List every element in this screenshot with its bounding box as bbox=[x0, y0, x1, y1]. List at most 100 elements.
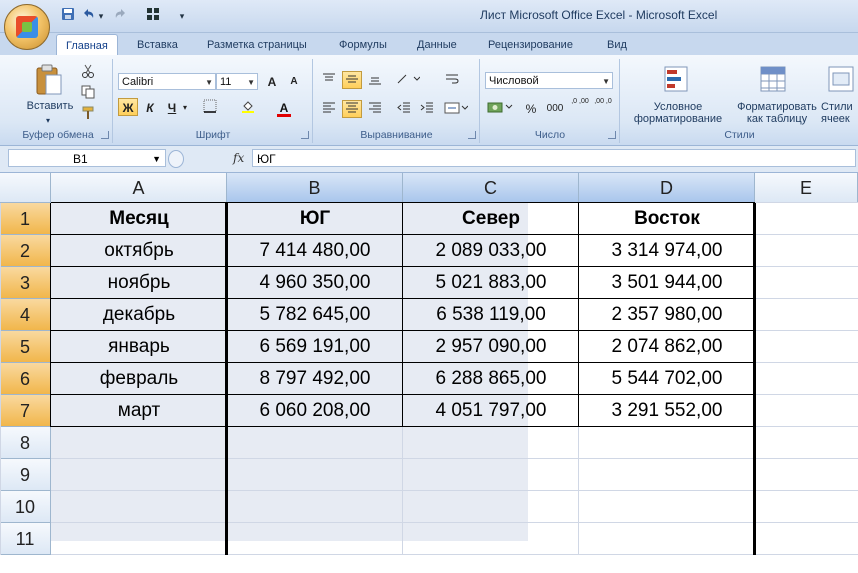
wrap-text-icon[interactable] bbox=[442, 71, 462, 89]
table-header-cell[interactable]: ЮГ bbox=[227, 203, 403, 235]
align-center-icon[interactable] bbox=[342, 100, 362, 118]
font-size-combo[interactable]: 11 ▼ bbox=[216, 73, 258, 90]
table-month-cell[interactable]: март bbox=[51, 395, 227, 427]
align-right-icon[interactable] bbox=[365, 100, 385, 118]
format-as-table-icon[interactable] bbox=[759, 65, 789, 95]
table-value-cell[interactable]: 7 414 480,00 bbox=[227, 235, 403, 267]
cell-styles-icon[interactable] bbox=[827, 65, 857, 95]
tab-view[interactable]: Вид bbox=[607, 36, 627, 55]
name-box[interactable]: B1 ▼ bbox=[8, 149, 166, 167]
column-header-a[interactable]: A bbox=[51, 173, 227, 203]
column-header-d[interactable]: D bbox=[579, 173, 755, 203]
office-button[interactable] bbox=[4, 4, 50, 50]
insert-function-button[interactable]: fx bbox=[233, 151, 244, 165]
increase-decimal-button[interactable]: ,0 ,00 bbox=[569, 97, 591, 115]
table-value-cell[interactable]: 2 357 980,00 bbox=[579, 299, 755, 331]
tab-insert[interactable]: Вставка bbox=[137, 36, 178, 55]
table-value-cell[interactable]: 3 314 974,00 bbox=[579, 235, 755, 267]
grow-font-button[interactable]: A bbox=[262, 72, 282, 90]
align-top-icon[interactable] bbox=[319, 71, 339, 89]
table-value-cell[interactable]: 2 089 033,00 bbox=[403, 235, 579, 267]
increase-indent-icon[interactable] bbox=[417, 100, 437, 118]
table-value-cell[interactable]: 2 957 090,00 bbox=[403, 331, 579, 363]
font-launcher-icon[interactable] bbox=[301, 131, 309, 139]
shrink-font-button[interactable]: A bbox=[284, 72, 304, 90]
table-value-cell[interactable]: 5 782 645,00 bbox=[227, 299, 403, 331]
formula-bar-toggle-icon[interactable] bbox=[168, 150, 184, 168]
row-header-4[interactable]: 4 bbox=[0, 299, 51, 331]
cell-styles-button[interactable]: Стили ячеек bbox=[821, 101, 858, 125]
row-header-1[interactable]: 1 bbox=[0, 203, 51, 235]
undo-icon[interactable] bbox=[80, 7, 96, 25]
borders-icon[interactable] bbox=[200, 98, 220, 116]
paste-icon[interactable] bbox=[34, 63, 64, 95]
bold-button[interactable]: Ж bbox=[118, 98, 138, 116]
paste-button[interactable]: Вставить bbox=[22, 100, 78, 112]
table-header-cell[interactable]: Север bbox=[403, 203, 579, 235]
column-header-e[interactable]: E bbox=[755, 173, 858, 203]
decrease-indent-icon[interactable] bbox=[394, 100, 414, 118]
table-value-cell[interactable]: 3 291 552,00 bbox=[579, 395, 755, 427]
column-header-c[interactable]: C bbox=[403, 173, 579, 203]
table-value-cell[interactable]: 8 797 492,00 bbox=[227, 363, 403, 395]
customize-qat-dropdown[interactable]: ▾ bbox=[176, 7, 188, 25]
underline-dropdown-icon[interactable]: ▾ bbox=[180, 98, 190, 116]
table-header-cell[interactable]: Восток bbox=[579, 203, 755, 235]
currency-format-icon[interactable] bbox=[485, 99, 515, 117]
row-header-2[interactable]: 2 bbox=[0, 235, 51, 267]
italic-button[interactable]: К bbox=[140, 98, 160, 116]
table-value-cell[interactable]: 5 544 702,00 bbox=[579, 363, 755, 395]
row-header-10[interactable]: 10 bbox=[0, 491, 51, 523]
row-header-11[interactable]: 11 bbox=[0, 523, 51, 555]
undo-dropdown[interactable]: ▾ bbox=[96, 7, 106, 25]
row-header-7[interactable]: 7 bbox=[0, 395, 51, 427]
underline-button[interactable]: Ч bbox=[162, 98, 182, 116]
save-icon[interactable] bbox=[60, 7, 76, 25]
tab-data[interactable]: Данные bbox=[417, 36, 457, 55]
table-month-cell[interactable]: декабрь bbox=[51, 299, 227, 331]
orientation-icon[interactable] bbox=[394, 71, 422, 89]
table-value-cell[interactable]: 5 021 883,00 bbox=[403, 267, 579, 299]
grid-view-icon[interactable] bbox=[145, 7, 161, 25]
select-all-corner[interactable] bbox=[0, 173, 51, 203]
cut-icon[interactable] bbox=[78, 63, 98, 81]
conditional-formatting-button[interactable]: Условное форматирование bbox=[621, 101, 735, 125]
table-header-cell[interactable]: Месяц bbox=[51, 203, 227, 235]
align-left-icon[interactable] bbox=[319, 100, 339, 118]
column-header-b[interactable]: B bbox=[227, 173, 403, 203]
align-middle-icon[interactable] bbox=[342, 71, 362, 89]
table-value-cell[interactable]: 6 538 119,00 bbox=[403, 299, 579, 331]
table-month-cell[interactable]: февраль bbox=[51, 363, 227, 395]
tab-page-layout[interactable]: Разметка страницы bbox=[207, 36, 307, 55]
number-format-combo[interactable]: Числовой ▼ bbox=[485, 72, 613, 89]
formula-input[interactable]: ЮГ bbox=[252, 149, 856, 167]
font-name-combo[interactable]: Calibri ▼ bbox=[118, 73, 216, 90]
tab-formulas[interactable]: Формулы bbox=[339, 36, 387, 55]
table-value-cell[interactable]: 6 569 191,00 bbox=[227, 331, 403, 363]
table-month-cell[interactable]: январь bbox=[51, 331, 227, 363]
row-header-9[interactable]: 9 bbox=[0, 459, 51, 491]
row-header-3[interactable]: 3 bbox=[0, 267, 51, 299]
align-bottom-icon[interactable] bbox=[365, 71, 385, 89]
row-header-6[interactable]: 6 bbox=[0, 363, 51, 395]
thousands-button[interactable]: 000 bbox=[543, 99, 567, 117]
row-header-5[interactable]: 5 bbox=[0, 331, 51, 363]
table-value-cell[interactable]: 6 060 208,00 bbox=[227, 395, 403, 427]
format-as-table-button[interactable]: Форматировать как таблицу bbox=[729, 101, 825, 125]
tab-review[interactable]: Рецензирование bbox=[488, 36, 573, 55]
fill-color-icon[interactable] bbox=[238, 98, 258, 116]
table-value-cell[interactable]: 2 074 862,00 bbox=[579, 331, 755, 363]
redo-icon[interactable] bbox=[113, 7, 129, 25]
row-header-8[interactable]: 8 bbox=[0, 427, 51, 459]
table-value-cell[interactable]: 6 288 865,00 bbox=[403, 363, 579, 395]
percent-button[interactable]: % bbox=[521, 99, 541, 117]
table-value-cell[interactable]: 4 960 350,00 bbox=[227, 267, 403, 299]
copy-icon[interactable] bbox=[78, 84, 98, 102]
table-value-cell[interactable]: 3 501 944,00 bbox=[579, 267, 755, 299]
number-launcher-icon[interactable] bbox=[608, 131, 616, 139]
tab-home[interactable]: Главная bbox=[56, 34, 118, 57]
decrease-decimal-button[interactable]: ,00 ,0 bbox=[592, 97, 614, 115]
alignment-launcher-icon[interactable] bbox=[468, 131, 476, 139]
table-month-cell[interactable]: ноябрь bbox=[51, 267, 227, 299]
table-month-cell[interactable]: октябрь bbox=[51, 235, 227, 267]
